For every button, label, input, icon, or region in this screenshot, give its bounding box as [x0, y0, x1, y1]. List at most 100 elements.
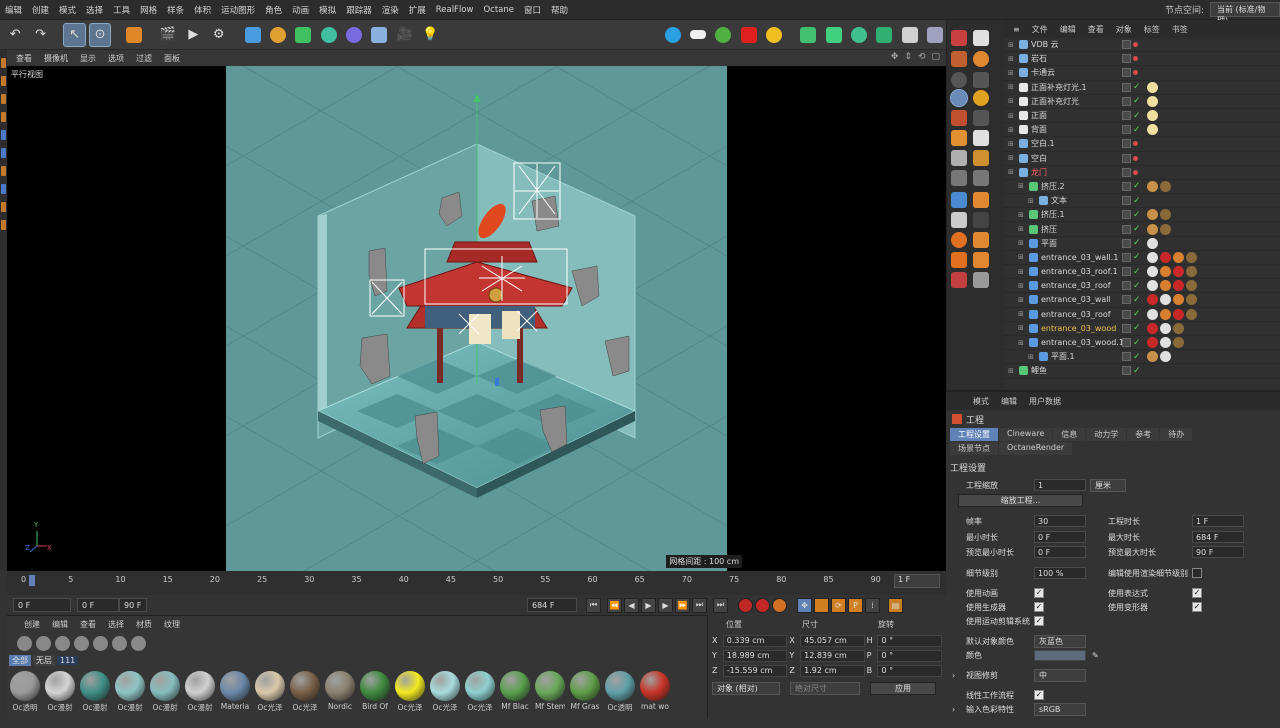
coord-mode-select[interactable]: 对象 (相对): [712, 682, 780, 695]
expand-toggle-icon[interactable]: ⊞: [1008, 126, 1016, 134]
enabled-check-icon[interactable]: ✓: [1133, 352, 1141, 362]
material-tag-icon[interactable]: [1147, 294, 1158, 306]
enabled-check-icon[interactable]: ✓: [1133, 338, 1141, 348]
material-item[interactable]: Mf Stem: [535, 671, 565, 713]
use-anim-checkbox[interactable]: ✓: [1034, 588, 1044, 598]
hamburger-icon[interactable]: ≡: [1008, 25, 1025, 34]
position-field[interactable]: -15.559 cm: [722, 664, 788, 677]
material-tag-icon[interactable]: [1147, 95, 1158, 107]
expand-toggle-icon[interactable]: ⊞: [1018, 310, 1026, 318]
position-field[interactable]: 0.339 cm: [722, 634, 788, 647]
object-row[interactable]: ⊞ VDB 云: [1004, 38, 1280, 53]
expand-toggle-icon[interactable]: ⊞: [1018, 211, 1026, 219]
layer-icon[interactable]: [1122, 68, 1131, 78]
redo-icon[interactable]: ↷: [29, 23, 51, 47]
expand-toggle-icon[interactable]: ⊞: [1008, 112, 1016, 120]
expand-toggle-icon[interactable]: ⊞: [1008, 154, 1016, 162]
material-sphere-icon[interactable]: [74, 635, 89, 651]
material-preview[interactable]: [115, 671, 145, 701]
key-param-icon[interactable]: P: [848, 597, 863, 613]
layer-icon[interactable]: [1122, 267, 1131, 277]
octane-sun-icon[interactable]: [763, 23, 785, 47]
menu-item[interactable]: RealFlow: [431, 5, 479, 15]
object-row[interactable]: ⊞ entrance_03_roof.1 ✓: [1004, 265, 1280, 280]
eyedropper-icon[interactable]: ✎: [1092, 651, 1099, 660]
object-row[interactable]: ⊞ 挤压.1 ✓: [1004, 208, 1280, 223]
min-time-field[interactable]: 0 F: [1034, 531, 1086, 543]
material-item[interactable]: Oc光泽: [395, 671, 425, 713]
object-row[interactable]: ⊞ entrance_03_roof ✓: [1004, 308, 1280, 322]
visibility-dot-icon[interactable]: [1133, 141, 1138, 147]
octane-icon[interactable]: [973, 272, 989, 288]
octane-icon[interactable]: [951, 130, 967, 146]
octane-vdb-icon[interactable]: [873, 23, 895, 47]
object-row[interactable]: ⊞ 岩石: [1004, 52, 1280, 67]
menu-item[interactable]: 样条: [162, 4, 189, 16]
expand-toggle-icon[interactable]: ⊞: [1018, 239, 1026, 247]
material-tag-icon[interactable]: [1147, 110, 1158, 122]
attribute-subtab[interactable]: 场景节点: [950, 442, 998, 455]
material-tag-icon[interactable]: [1160, 266, 1171, 278]
material-tag-icon[interactable]: [1186, 251, 1197, 263]
material-preview[interactable]: [325, 671, 355, 701]
expand-toggle-icon[interactable]: ⊞: [1018, 253, 1026, 261]
octane-icon[interactable]: [951, 72, 967, 88]
layer-icon[interactable]: [1122, 153, 1131, 163]
layer-icon[interactable]: [1122, 181, 1131, 191]
octane-icon[interactable]: [973, 110, 989, 126]
expand-toggle-icon[interactable]: ⊞: [1028, 353, 1036, 361]
object-menu-item[interactable]: 查看: [1083, 24, 1109, 35]
material-sphere-icon[interactable]: [36, 635, 51, 651]
viewport-menu-item[interactable]: 选项: [103, 53, 129, 64]
go-last-icon[interactable]: ⏭: [713, 597, 728, 613]
node-space-select[interactable]: 当前 (标准/物理): [1210, 2, 1280, 25]
menu-item[interactable]: 运动图形: [216, 4, 260, 16]
size-field[interactable]: 12.839 cm: [800, 649, 865, 662]
material-tag-icon[interactable]: [1173, 337, 1184, 349]
expand-toggle-icon[interactable]: ⊞: [1018, 182, 1026, 190]
material-menu-item[interactable]: 纹理: [159, 619, 185, 630]
current-frame-field[interactable]: 1 F: [894, 574, 940, 588]
material-preview[interactable]: [465, 671, 495, 701]
viewport-menu-item[interactable]: 查看: [11, 53, 37, 64]
attribute-menu-item[interactable]: 模式: [968, 396, 994, 407]
expand-toggle-icon[interactable]: ⊞: [1018, 225, 1026, 233]
material-menu-item[interactable]: 查看: [75, 619, 101, 630]
live-select-icon[interactable]: ⊙: [88, 22, 112, 47]
octane-icon[interactable]: [951, 192, 967, 208]
object-row[interactable]: ⊞ 正面 ✓: [1004, 109, 1280, 124]
visibility-dot-icon[interactable]: [1133, 56, 1138, 62]
octane-fog-icon[interactable]: [898, 23, 920, 47]
expand-toggle-icon[interactable]: ⊞: [1018, 282, 1026, 290]
material-tag-icon[interactable]: [1160, 308, 1171, 320]
enabled-check-icon[interactable]: ✓: [1133, 295, 1141, 305]
layer-icon[interactable]: [1122, 224, 1131, 234]
size-field[interactable]: 45.057 cm: [800, 634, 865, 647]
layer-icon[interactable]: [1122, 167, 1131, 177]
scale-project-button[interactable]: 缩放工程...: [958, 494, 1083, 507]
expand-toggle-icon[interactable]: ⊞: [1018, 324, 1026, 332]
material-preview[interactable]: [45, 671, 75, 701]
layer-icon[interactable]: [1122, 125, 1131, 135]
material-item[interactable]: Oc漫射: [80, 671, 110, 713]
render-view-icon[interactable]: ▶: [182, 23, 204, 47]
render-settings-icon[interactable]: ⚙: [208, 23, 230, 47]
material-tag-icon[interactable]: [1147, 251, 1158, 263]
expand-toggle-icon[interactable]: ⊞: [1008, 83, 1016, 91]
octane-icon[interactable]: [951, 252, 967, 268]
material-item[interactable]: Oc漫射: [150, 671, 180, 713]
enabled-check-icon[interactable]: ✓: [1133, 281, 1141, 291]
expand-toggle-icon[interactable]: ⊞: [1008, 55, 1016, 63]
layer-icon[interactable]: [1122, 338, 1131, 348]
material-tag-icon[interactable]: [1147, 223, 1158, 235]
octane-sphere-icon[interactable]: [924, 23, 946, 47]
octane-icon[interactable]: [973, 212, 989, 228]
material-preview[interactable]: [150, 671, 180, 701]
attribute-tab[interactable]: 动力学: [1086, 428, 1127, 441]
attribute-subtab[interactable]: OctaneRender: [999, 442, 1073, 455]
octane-icon[interactable]: [973, 192, 989, 208]
object-row[interactable]: ⊞ entrance_03_wall ✓: [1004, 293, 1280, 308]
material-preview[interactable]: [185, 671, 215, 701]
project-scale-field[interactable]: 1: [1034, 479, 1086, 491]
material-sphere-icon[interactable]: [93, 635, 108, 651]
